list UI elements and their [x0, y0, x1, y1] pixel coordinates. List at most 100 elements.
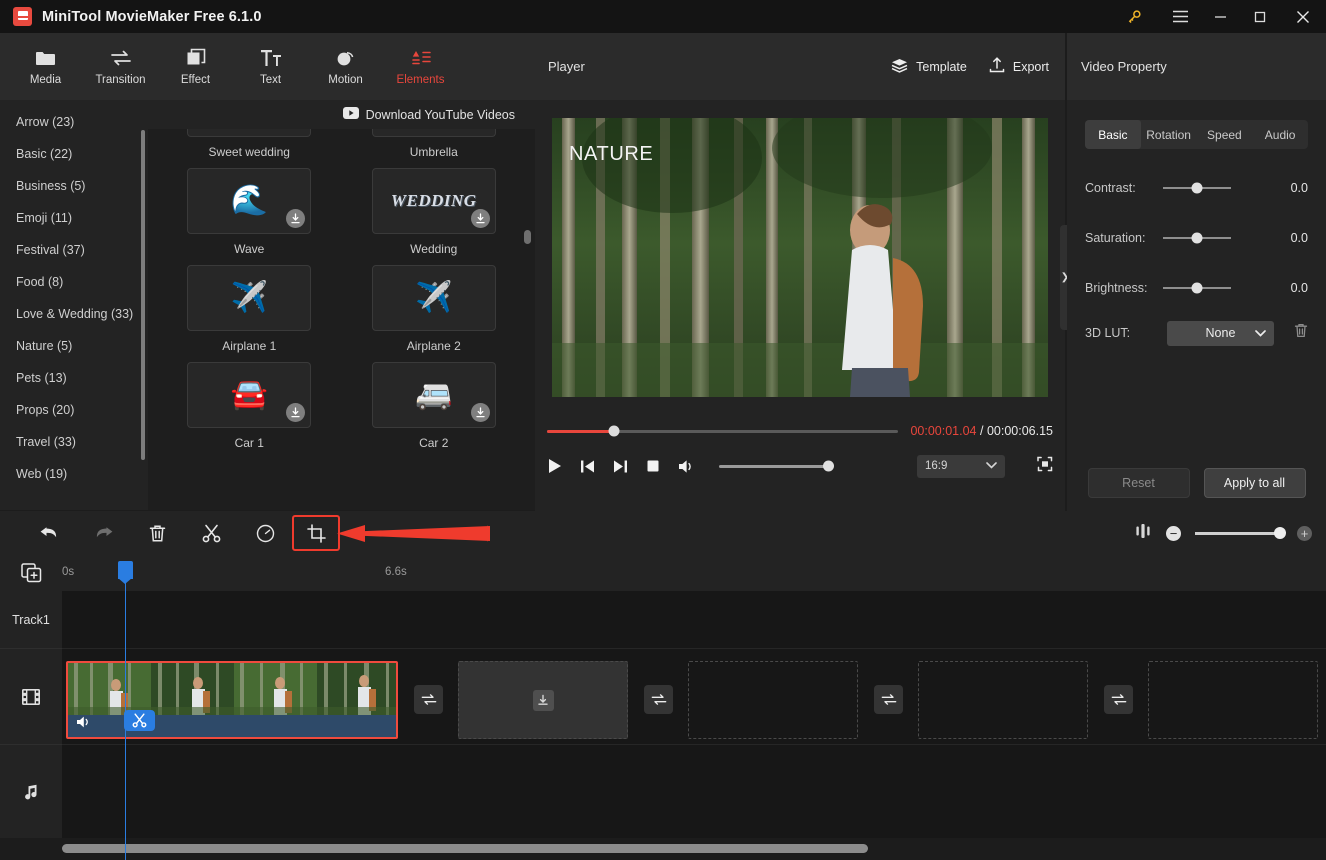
menu-icon[interactable] — [1160, 0, 1200, 33]
undo-button[interactable] — [22, 517, 76, 549]
reset-button[interactable]: Reset — [1087, 468, 1190, 498]
tab-basic[interactable]: Basic — [1085, 120, 1141, 149]
zoom-in-button[interactable]: + — [1297, 525, 1312, 541]
tab-effect[interactable]: Effect — [158, 37, 233, 97]
clip-volume-icon[interactable] — [76, 715, 92, 734]
download-slot-icon[interactable] — [532, 689, 554, 711]
seek-handle[interactable] — [608, 425, 620, 437]
speed-button[interactable] — [238, 517, 292, 549]
tab-speed[interactable]: Speed — [1197, 120, 1253, 149]
key-icon[interactable] — [1114, 0, 1154, 33]
empty-media-slot[interactable] — [918, 661, 1088, 739]
minimize-icon[interactable] — [1200, 0, 1240, 33]
track-row-video[interactable] — [62, 649, 1326, 745]
element-thumbnail[interactable]: 🌊 — [187, 168, 312, 234]
track-row-empty[interactable] — [62, 591, 1326, 649]
empty-media-slot[interactable] — [458, 661, 628, 739]
tab-media[interactable]: Media — [8, 37, 83, 97]
transition-slot-button[interactable] — [644, 685, 673, 714]
download-icon[interactable] — [286, 403, 306, 422]
next-frame-button[interactable] — [613, 459, 628, 474]
element-thumbnail[interactable] — [371, 129, 496, 137]
element-thumbnail[interactable] — [187, 129, 312, 137]
empty-media-slot[interactable] — [1148, 661, 1318, 739]
playhead-handle[interactable] — [118, 561, 133, 584]
download-icon[interactable] — [470, 209, 490, 228]
sidebar-item-business[interactable]: Business (5) — [0, 170, 148, 202]
tab-rotation[interactable]: Rotation — [1141, 120, 1197, 149]
brightness-slider[interactable] — [1163, 282, 1231, 294]
tab-transition[interactable]: Transition — [83, 37, 158, 97]
lut-select[interactable]: None — [1166, 320, 1274, 346]
transition-slot-button[interactable] — [1104, 685, 1133, 714]
volume-handle[interactable] — [823, 460, 834, 472]
sidebar-item-love-wedding[interactable]: Love & Wedding (33) — [0, 298, 148, 330]
delete-lut-button[interactable] — [1294, 323, 1308, 343]
tab-elements[interactable]: Elements — [383, 37, 458, 97]
sidebar-item-arrow[interactable]: Arrow (23) — [0, 106, 148, 138]
sidebar-item-basic[interactable]: Basic (22) — [0, 138, 148, 170]
download-youtube-videos-button[interactable]: Download YouTube Videos — [148, 100, 535, 129]
sidebar-item-nature[interactable]: Nature (5) — [0, 330, 148, 362]
sidebar-item-emoji[interactable]: Emoji (11) — [0, 202, 148, 234]
maximize-icon[interactable] — [1240, 0, 1280, 33]
timeline-ruler[interactable]: 0s 6.6s — [0, 555, 1326, 591]
timeline-zoom-slider[interactable] — [1195, 527, 1286, 539]
tab-text[interactable]: Text — [233, 37, 308, 97]
timeline-horizontal-scrollbar[interactable] — [62, 844, 868, 853]
element-cell[interactable]: 🌊 Wave — [166, 159, 333, 256]
element-thumbnail[interactable]: WEDDING — [371, 168, 496, 234]
download-icon[interactable] — [286, 209, 306, 228]
film-strip-icon[interactable] — [0, 649, 62, 745]
slider-handle[interactable] — [1191, 182, 1203, 194]
playhead[interactable] — [118, 561, 133, 860]
fullscreen-button[interactable] — [1037, 456, 1053, 477]
slider-handle[interactable] — [1191, 232, 1203, 244]
volume-button[interactable] — [678, 459, 695, 474]
tab-audio[interactable]: Audio — [1252, 120, 1308, 149]
download-icon[interactable] — [470, 403, 490, 422]
zoom-handle[interactable] — [1274, 527, 1286, 539]
add-media-button[interactable] — [0, 563, 62, 583]
sidebar-item-food[interactable]: Food (8) — [0, 266, 148, 298]
transition-slot-button[interactable] — [414, 685, 443, 714]
zoom-out-button[interactable]: − — [1166, 525, 1181, 541]
element-cell[interactable]: ✈️ Airplane 2 — [351, 256, 518, 353]
element-cell[interactable]: 🚘 Car 1 — [166, 353, 333, 450]
video-clip[interactable] — [66, 661, 398, 739]
seek-slider[interactable] — [547, 425, 899, 437]
element-cell[interactable]: ✈️ Airplane 1 — [166, 256, 333, 353]
sidebar-item-festival[interactable]: Festival (37) — [0, 234, 148, 266]
export-button[interactable]: Export — [989, 57, 1049, 76]
element-thumbnail[interactable]: ✈️ — [187, 265, 312, 331]
video-preview[interactable]: NATURE — [552, 118, 1048, 397]
element-thumbnail[interactable]: 🚐 — [371, 362, 496, 428]
previous-frame-button[interactable] — [580, 459, 595, 474]
sidebar-item-props[interactable]: Props (20) — [0, 394, 148, 426]
music-note-icon[interactable] — [0, 745, 62, 841]
play-button[interactable] — [547, 458, 562, 474]
fit-timeline-icon[interactable] — [1134, 523, 1152, 544]
element-cell[interactable]: Umbrella — [351, 129, 518, 159]
close-icon[interactable] — [1280, 0, 1326, 33]
transition-slot-button[interactable] — [874, 685, 903, 714]
sidebar-item-travel[interactable]: Travel (33) — [0, 426, 148, 458]
element-thumbnail[interactable]: ✈️ — [371, 265, 496, 331]
tab-motion[interactable]: Motion — [308, 37, 383, 97]
track-row-audio[interactable] — [62, 745, 1326, 841]
category-scrollbar[interactable] — [141, 130, 145, 460]
contrast-slider[interactable] — [1163, 182, 1231, 194]
element-cell[interactable]: WEDDING Wedding — [351, 159, 518, 256]
volume-slider[interactable] — [719, 460, 834, 472]
sidebar-item-pets[interactable]: Pets (13) — [0, 362, 148, 394]
delete-button[interactable] — [130, 517, 184, 549]
empty-media-slot[interactable] — [688, 661, 858, 739]
redo-button[interactable] — [76, 517, 130, 549]
elements-scrollbar[interactable] — [524, 230, 531, 244]
element-cell[interactable]: 🚐 Car 2 — [351, 353, 518, 450]
sidebar-item-web[interactable]: Web (19) — [0, 458, 148, 490]
element-cell[interactable]: Sweet wedding — [166, 129, 333, 159]
template-button[interactable]: Template — [891, 58, 967, 76]
crop-button[interactable] — [292, 515, 340, 551]
split-button[interactable] — [184, 517, 238, 549]
